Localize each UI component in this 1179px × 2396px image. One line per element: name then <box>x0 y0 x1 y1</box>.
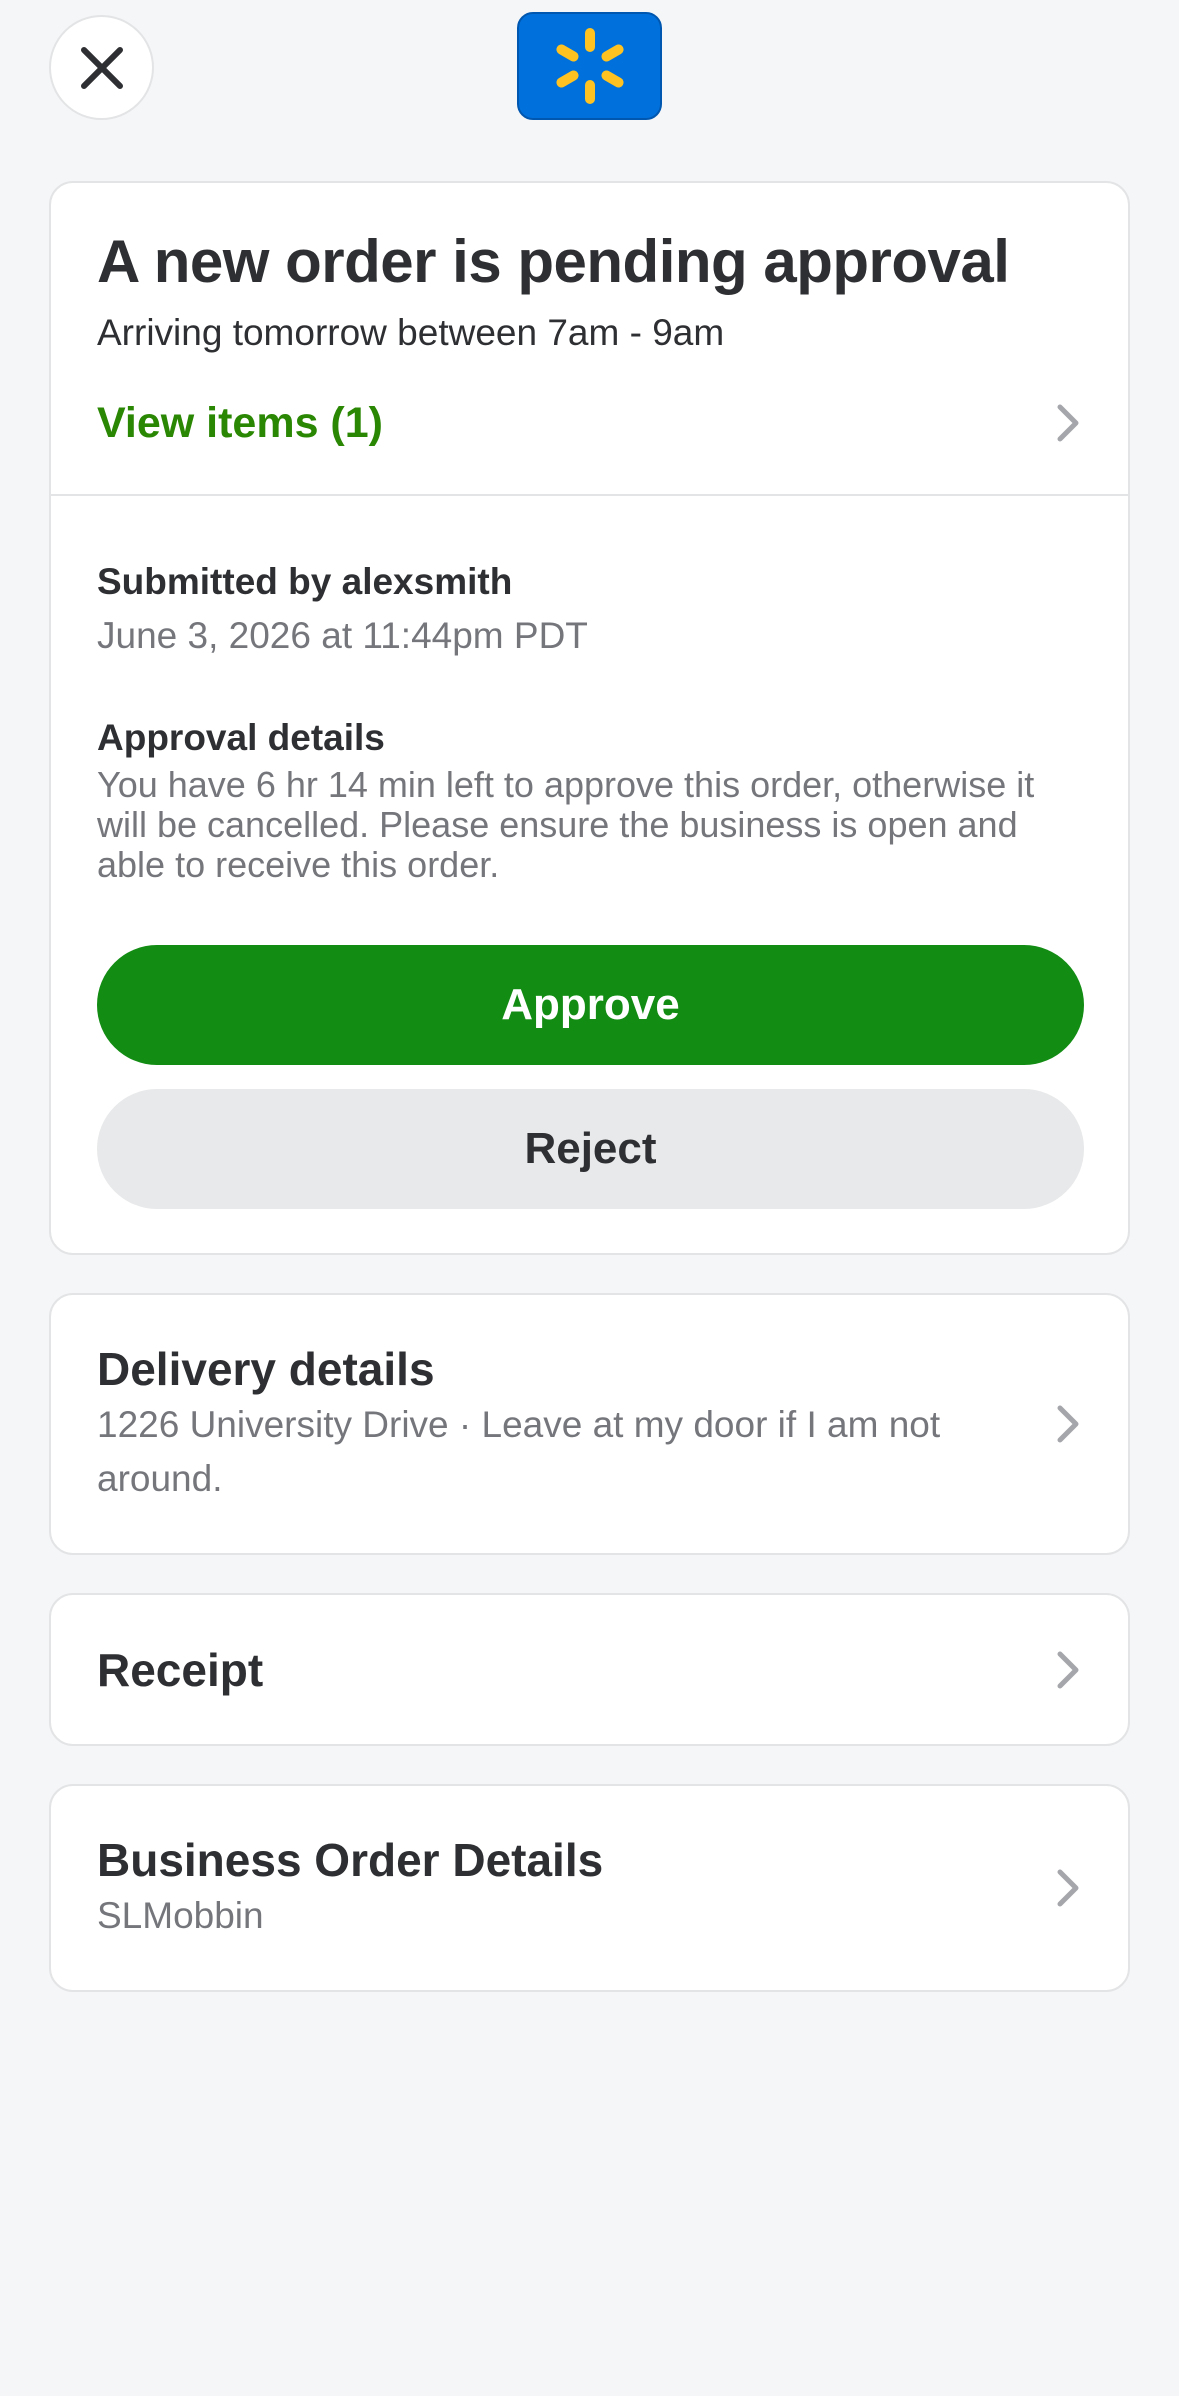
receipt-row[interactable]: Receipt <box>49 1593 1130 1746</box>
business-name: SLMobbin <box>97 1895 264 1936</box>
chevron-right-icon <box>1057 1869 1079 1907</box>
view-items-label: View items (1) <box>97 398 383 447</box>
close-icon <box>80 46 123 89</box>
chevron-right-icon <box>1057 404 1079 442</box>
delivery-details-text: Delivery details 1226 University Drive ·… <box>97 1342 997 1506</box>
delivery-details-row[interactable]: Delivery details 1226 University Drive ·… <box>49 1293 1130 1555</box>
close-button[interactable] <box>49 15 154 120</box>
approve-button[interactable]: Approve <box>97 945 1084 1065</box>
chevron-right-icon <box>1057 1405 1079 1443</box>
view-items-link[interactable]: View items (1) <box>51 373 1128 473</box>
walmart-spark-icon <box>555 28 624 104</box>
business-order-details-title: Business Order Details <box>97 1834 604 1886</box>
order-approval-screen: A new order is pending approval Arriving… <box>0 0 1179 2396</box>
receipt-text: Receipt <box>97 1643 997 1697</box>
reject-button[interactable]: Reject <box>97 1089 1084 1209</box>
walmart-logo <box>517 12 662 120</box>
delivery-details-title: Delivery details <box>97 1343 435 1395</box>
arrival-window: Arriving tomorrow between 7am - 9am <box>97 312 725 353</box>
approval-details-text: You have 6 hr 14 min left to approve thi… <box>97 764 1035 885</box>
delivery-address: 1226 University Drive · Leave at my door… <box>97 1404 941 1499</box>
page-title: A new order is pending approval <box>97 228 1010 295</box>
approval-details-heading: Approval details <box>97 717 385 758</box>
submitted-date: June 3, 2026 at 11:44pm PDT <box>97 615 588 656</box>
business-order-details-row[interactable]: Business Order Details SLMobbin <box>49 1784 1130 1992</box>
business-order-details-text: Business Order Details SLMobbin <box>97 1833 997 1943</box>
order-approval-card: A new order is pending approval Arriving… <box>49 181 1130 1255</box>
receipt-title: Receipt <box>97 1643 264 1696</box>
chevron-right-icon <box>1057 1651 1079 1688</box>
divider <box>51 494 1128 496</box>
top-bar <box>0 0 1179 130</box>
submitted-by: Submitted by alexsmith <box>97 561 513 602</box>
